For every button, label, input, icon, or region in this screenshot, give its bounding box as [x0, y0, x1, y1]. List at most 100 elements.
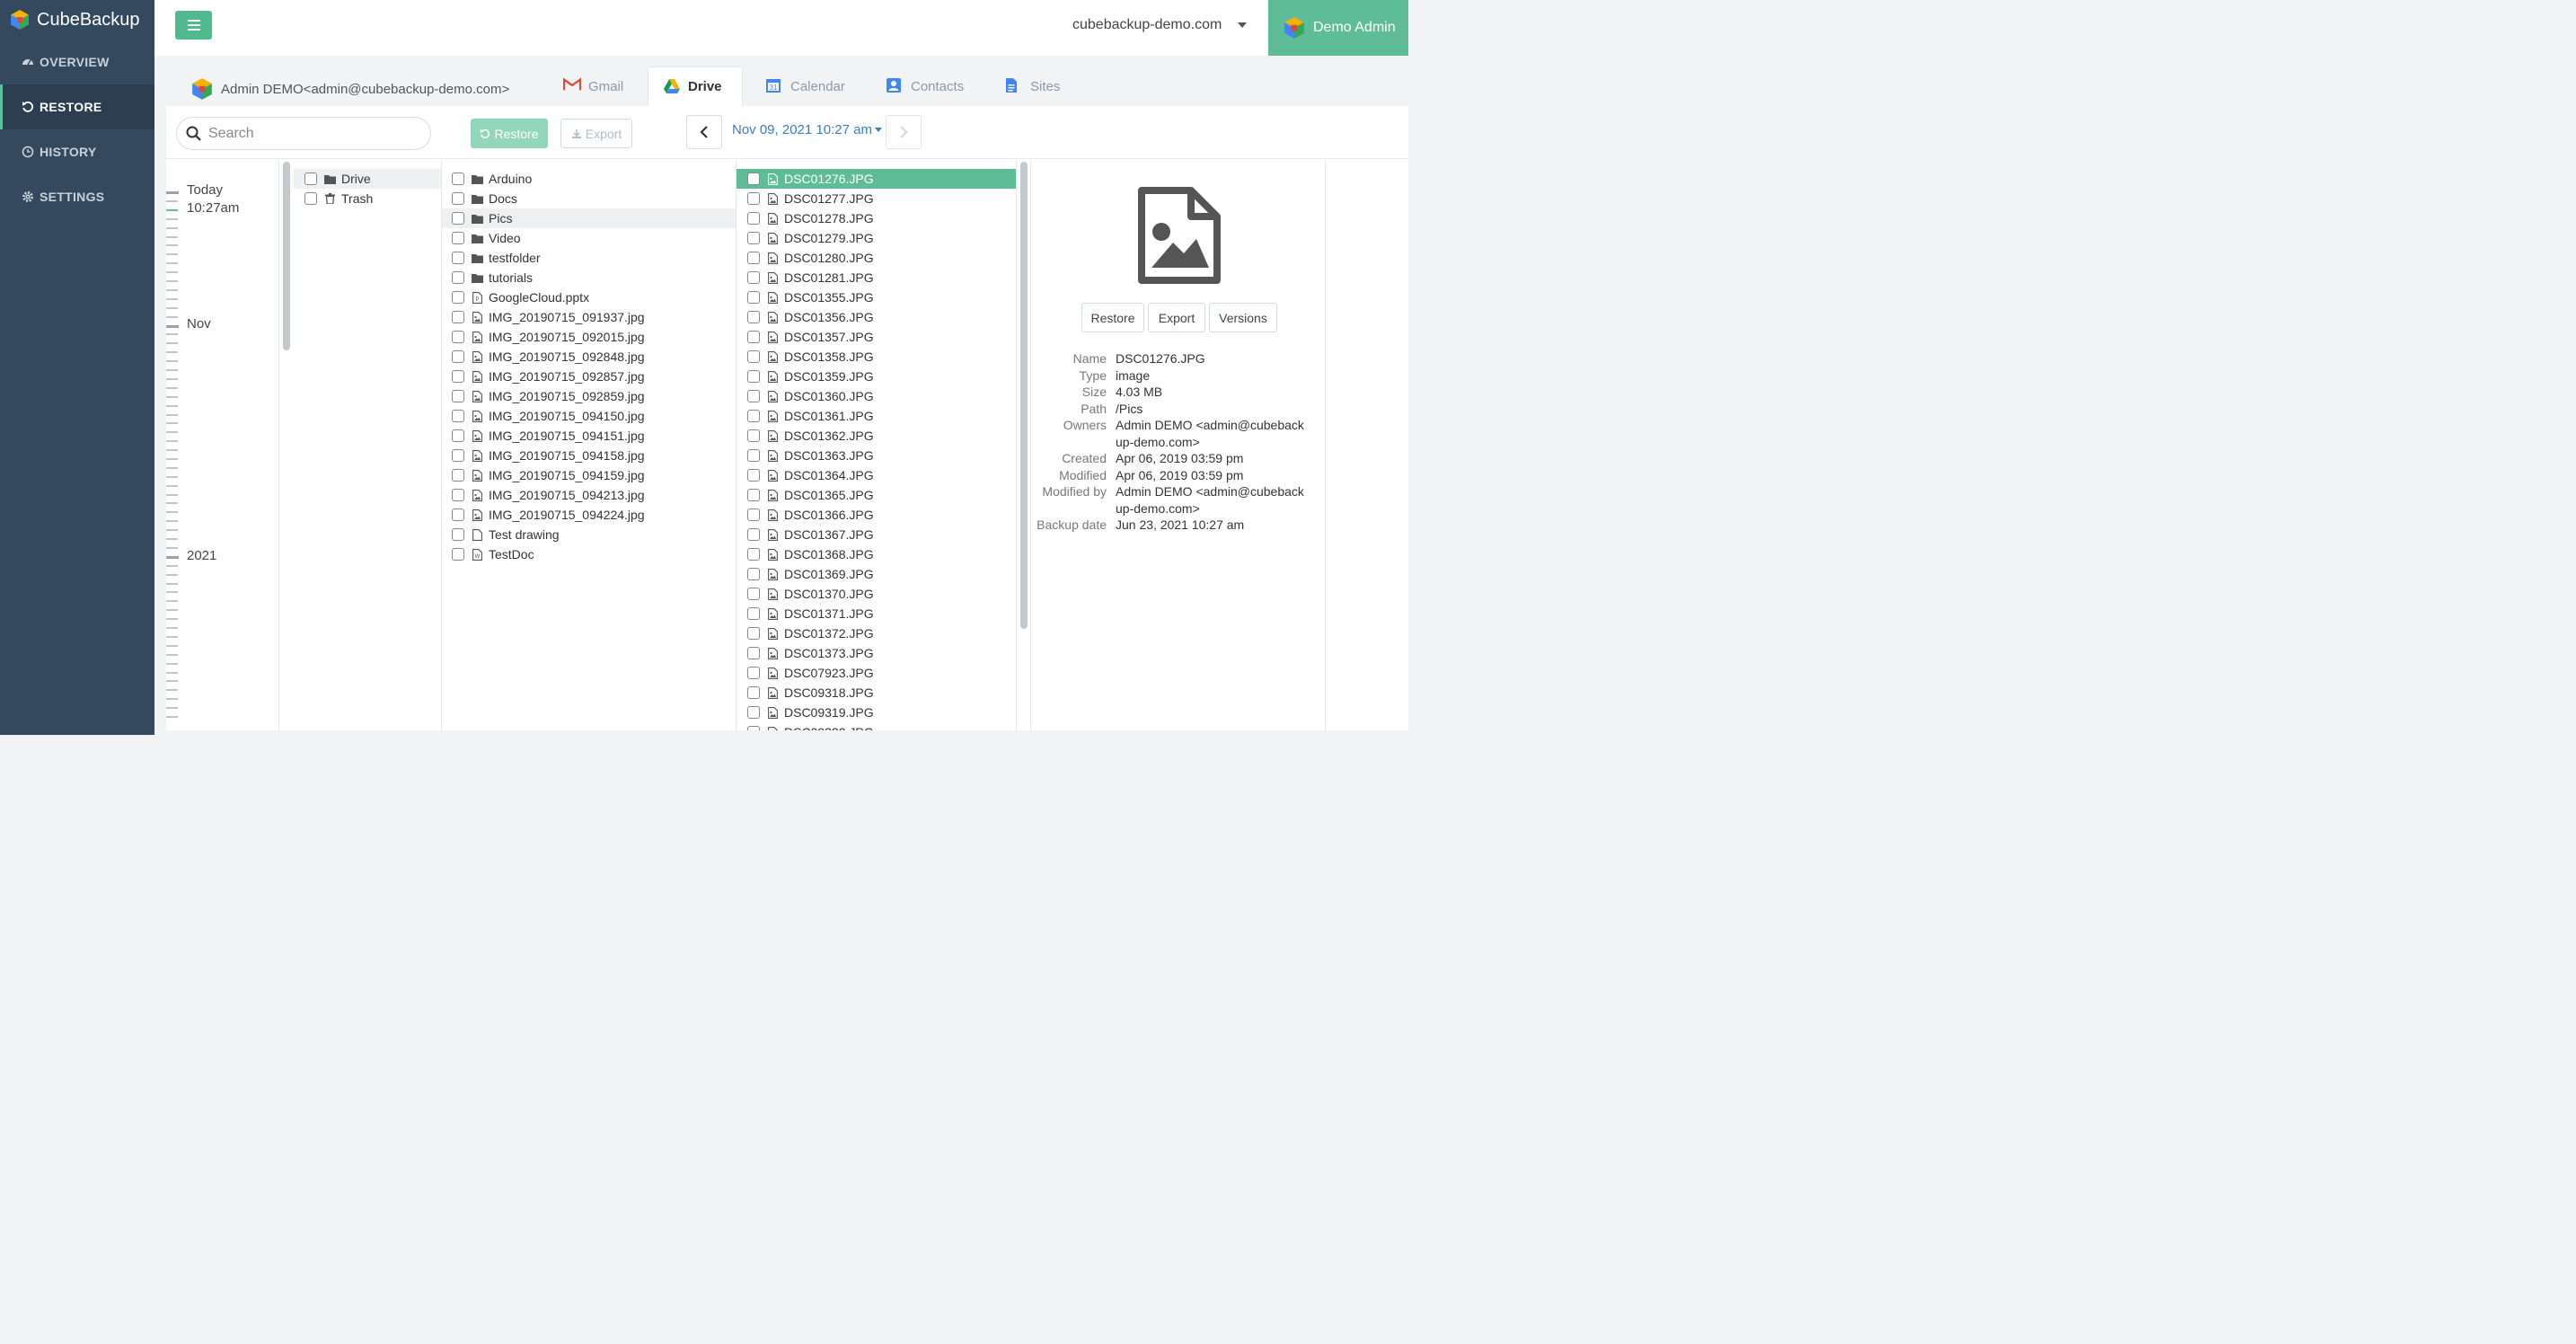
item-checkbox[interactable]	[747, 291, 760, 304]
item-checkbox[interactable]	[747, 449, 760, 462]
details-export-button[interactable]: Export	[1148, 303, 1205, 332]
list-item[interactable]: DSC01370.JPG	[737, 584, 1016, 604]
item-checkbox[interactable]	[747, 667, 760, 679]
timeline-tick[interactable]	[166, 422, 178, 424]
list-item[interactable]: Docs	[442, 189, 736, 208]
domain-select[interactable]: cubebackup-demo.com	[1072, 17, 1248, 33]
timeline-tick[interactable]	[166, 663, 178, 665]
details-restore-button[interactable]: Restore	[1081, 303, 1144, 332]
list-item[interactable]: DSC01363.JPG	[737, 446, 1016, 465]
timeline-tick[interactable]	[166, 538, 178, 540]
item-checkbox[interactable]	[747, 271, 760, 284]
timeline-tick[interactable]	[166, 289, 178, 291]
timeline-label[interactable]: Today	[187, 182, 223, 198]
item-checkbox[interactable]	[452, 212, 464, 225]
list-item[interactable]: W TestDoc	[442, 544, 736, 564]
item-checkbox[interactable]	[747, 627, 760, 640]
timeline-tick[interactable]	[166, 396, 178, 398]
timeline-tick[interactable]	[166, 618, 178, 620]
timeline-tick[interactable]	[166, 307, 178, 309]
timeline-tick[interactable]	[166, 511, 178, 513]
timeline-tick[interactable]	[166, 244, 178, 246]
timeline-tick[interactable]	[166, 253, 178, 255]
item-checkbox[interactable]	[452, 252, 464, 264]
item-checkbox[interactable]	[452, 350, 464, 363]
item-checkbox[interactable]	[747, 172, 760, 185]
timeline-tick[interactable]	[166, 280, 178, 282]
list-item[interactable]: IMG_20190715_092848.jpg	[442, 347, 736, 367]
list-item[interactable]: DSC09318.JPG	[737, 683, 1016, 703]
timeline-tick[interactable]	[166, 716, 178, 718]
item-checkbox[interactable]	[304, 192, 317, 205]
list-item[interactable]: DSC01365.JPG	[737, 485, 1016, 505]
list-item[interactable]: DSC01367.JPG	[737, 525, 1016, 544]
timeline-tick[interactable]	[166, 378, 178, 380]
previous-backup-button[interactable]	[686, 115, 722, 149]
timeline-tick[interactable]	[166, 485, 178, 487]
timeline-tick[interactable]	[166, 298, 178, 300]
item-checkbox[interactable]	[452, 469, 464, 482]
item-checkbox[interactable]	[747, 469, 760, 482]
timeline-scrollbar[interactable]	[283, 162, 290, 350]
timeline-tick[interactable]	[166, 636, 178, 638]
account-selector[interactable]: Admin DEMO<admin@cubebackup-demo.com>	[190, 77, 509, 101]
item-checkbox[interactable]	[747, 647, 760, 659]
timeline-tick[interactable]	[166, 574, 178, 576]
item-checkbox[interactable]	[747, 350, 760, 363]
timeline-tick[interactable]	[166, 494, 178, 496]
timeline-label[interactable]: 2021	[187, 548, 216, 563]
item-checkbox[interactable]	[452, 331, 464, 343]
list-item[interactable]: DSC01368.JPG	[737, 544, 1016, 564]
timeline-tick[interactable]	[166, 591, 178, 593]
file-list-scrollbar[interactable]	[1020, 162, 1028, 629]
item-checkbox[interactable]	[747, 528, 760, 541]
item-checkbox[interactable]	[452, 429, 464, 442]
timeline-tick[interactable]	[166, 191, 179, 194]
timeline-tick[interactable]	[166, 351, 178, 353]
tab-gmail[interactable]: Gmail	[549, 66, 638, 106]
timeline-tick[interactable]	[166, 600, 178, 602]
item-checkbox[interactable]	[452, 172, 464, 185]
list-item[interactable]: DSC01360.JPG	[737, 386, 1016, 406]
list-item[interactable]: DSC01276.JPG	[737, 169, 1016, 189]
item-checkbox[interactable]	[452, 410, 464, 422]
menu-toggle-button[interactable]	[175, 11, 212, 40]
timeline-tick[interactable]	[166, 547, 178, 549]
search-input[interactable]: Search	[176, 117, 431, 150]
list-item[interactable]: tutorials	[442, 268, 736, 287]
item-checkbox[interactable]	[747, 252, 760, 264]
timeline-tick[interactable]	[166, 672, 178, 674]
timeline-label[interactable]: 10:27am	[187, 200, 239, 216]
item-checkbox[interactable]	[452, 271, 464, 284]
timeline-tick[interactable]	[166, 342, 178, 344]
list-item[interactable]: DSC01280.JPG	[737, 248, 1016, 268]
timeline-tick[interactable]	[166, 583, 178, 585]
timeline-tick[interactable]	[166, 627, 178, 629]
list-item[interactable]: DSC01371.JPG	[737, 604, 1016, 623]
list-item[interactable]: DSC01359.JPG	[737, 367, 1016, 386]
list-item[interactable]: DSC01356.JPG	[737, 307, 1016, 327]
item-checkbox[interactable]	[747, 192, 760, 205]
item-checkbox[interactable]	[747, 311, 760, 323]
list-item[interactable]: IMG_20190715_094159.jpg	[442, 465, 736, 485]
item-checkbox[interactable]	[452, 390, 464, 402]
list-item[interactable]: IMG_20190715_094224.jpg	[442, 505, 736, 525]
item-checkbox[interactable]	[452, 311, 464, 323]
timeline-tick[interactable]	[166, 654, 178, 656]
nav-history[interactable]: HISTORY	[0, 129, 154, 174]
item-checkbox[interactable]	[452, 370, 464, 383]
list-item[interactable]: P GoogleCloud.pptx	[442, 287, 736, 307]
item-checkbox[interactable]	[452, 548, 464, 561]
timeline-tick[interactable]	[166, 467, 178, 469]
list-item[interactable]: DSC01278.JPG	[737, 208, 1016, 228]
item-checkbox[interactable]	[452, 508, 464, 521]
list-item[interactable]: IMG_20190715_094151.jpg	[442, 426, 736, 446]
timeline-tick[interactable]	[166, 200, 178, 202]
list-item[interactable]: DSC01362.JPG	[737, 426, 1016, 446]
timeline-tick[interactable]	[166, 227, 178, 229]
item-checkbox[interactable]	[747, 726, 760, 730]
item-checkbox[interactable]	[452, 489, 464, 501]
item-checkbox[interactable]	[304, 172, 317, 185]
item-checkbox[interactable]	[747, 489, 760, 501]
timeline-tick[interactable]	[166, 449, 178, 451]
